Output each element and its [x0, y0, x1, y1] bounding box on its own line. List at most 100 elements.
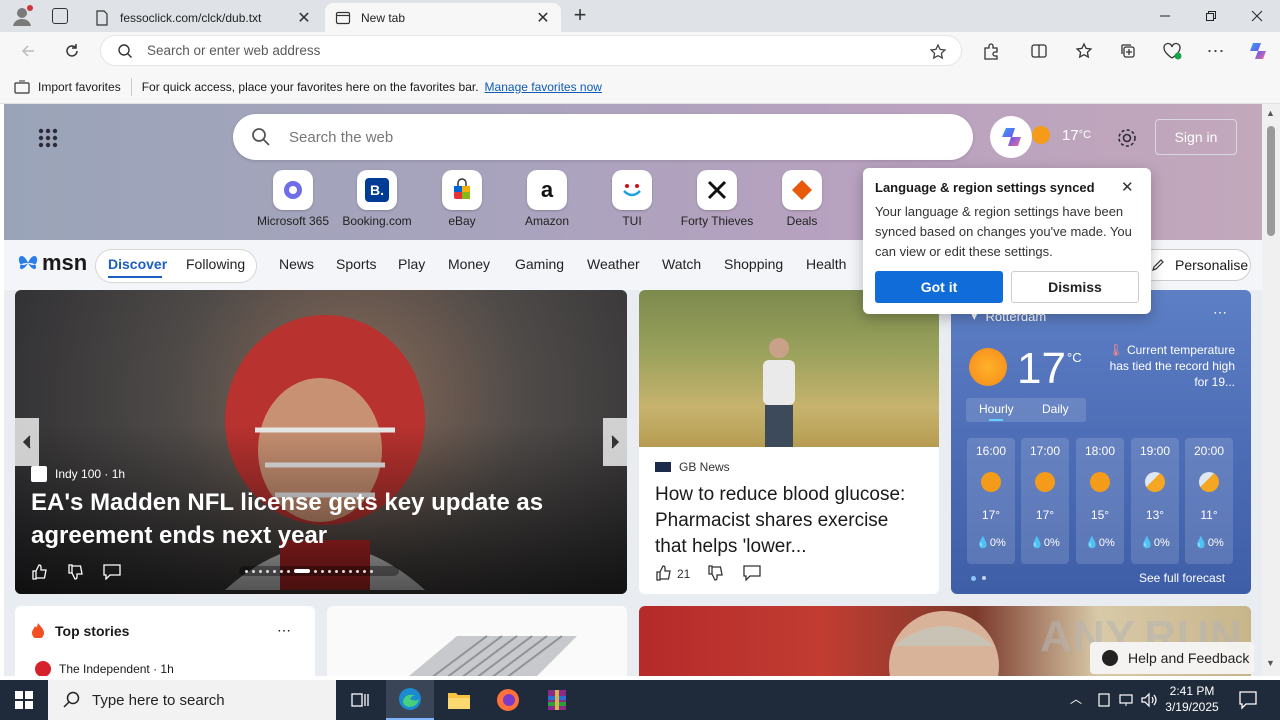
split-screen-button[interactable]: [1023, 35, 1055, 67]
weather-card[interactable]: ▾ Rotterdam ⋯ 17 °C 🌡 Current temperatur…: [951, 290, 1251, 594]
quick-link-microsoft-365[interactable]: Microsoft 365: [253, 170, 333, 228]
refresh-button[interactable]: [56, 35, 88, 67]
taskbar-edge[interactable]: [386, 680, 434, 720]
collections-button[interactable]: [1112, 35, 1144, 67]
news-story-card[interactable]: GB News How to reduce blood glucose: Pha…: [639, 290, 939, 594]
news-headline[interactable]: How to reduce blood glucose: Pharmacist …: [655, 482, 925, 560]
tab-new-tab[interactable]: New tab ✕: [325, 3, 561, 32]
nav-weather[interactable]: Weather: [587, 256, 640, 272]
quick-link-deals[interactable]: Deals: [762, 170, 842, 228]
tab-discover[interactable]: Discover: [108, 256, 167, 272]
browser-essentials-button[interactable]: [1156, 35, 1188, 67]
carousel-next-button[interactable]: [603, 418, 627, 466]
msn-logo[interactable]: msn: [16, 250, 87, 276]
quick-link-forty-thieves[interactable]: Forty Thieves: [677, 170, 757, 228]
thumbs-up-icon[interactable]: [31, 563, 49, 581]
hour-forecast[interactable]: 18:00 15° 💧0%: [1076, 438, 1124, 564]
tab-daily[interactable]: Daily: [1042, 402, 1069, 416]
see-full-forecast-link[interactable]: See full forecast: [1139, 571, 1225, 585]
comment-icon[interactable]: [103, 564, 121, 580]
hour-forecast[interactable]: 17:00 17° 💧0%: [1021, 438, 1069, 564]
hour-forecast[interactable]: 20:00 11° 💧0%: [1185, 438, 1233, 564]
close-tab-icon[interactable]: ✕: [535, 8, 551, 28]
extensions-button[interactable]: [975, 35, 1007, 67]
nav-news[interactable]: News: [279, 256, 314, 272]
taskbar-firefox[interactable]: [484, 680, 532, 720]
close-tab-icon[interactable]: ✕: [296, 8, 312, 28]
show-hidden-icons[interactable]: ︿: [1070, 690, 1082, 707]
feature-story-card[interactable]: Indy 100 · 1h EA's Madden NFL license ge…: [15, 290, 627, 594]
scroll-up-icon[interactable]: ▲: [1266, 108, 1275, 118]
address-bar[interactable]: Search or enter web address: [100, 35, 962, 66]
thumbs-down-icon[interactable]: [707, 564, 725, 582]
nav-watch[interactable]: Watch: [662, 256, 701, 272]
import-favorites-button[interactable]: Import favorites: [38, 80, 121, 94]
quick-link-ebay[interactable]: eBay: [422, 170, 502, 228]
hour-forecast[interactable]: 16:00 17° 💧0%: [967, 438, 1015, 564]
weather-alert[interactable]: 🌡 Current temperature has tied the recor…: [1099, 342, 1235, 390]
comment-icon[interactable]: [743, 565, 761, 581]
taskbar-winrar[interactable]: [533, 680, 581, 720]
taskbar-clock[interactable]: 2:41 PM 3/19/2025: [1160, 683, 1224, 715]
start-button[interactable]: [0, 680, 48, 720]
weather-pager-dots[interactable]: [971, 576, 986, 581]
nav-health[interactable]: Health: [806, 256, 846, 272]
got-it-button[interactable]: Got it: [875, 271, 1003, 303]
scroll-thumb[interactable]: [1267, 126, 1275, 236]
nav-money[interactable]: Money: [448, 256, 490, 272]
profile-icon[interactable]: [10, 5, 34, 27]
favorites-button[interactable]: [1068, 35, 1100, 67]
page-scrollbar[interactable]: ▲ ▼: [1262, 104, 1280, 676]
dismiss-button[interactable]: Dismiss: [1011, 271, 1139, 303]
help-feedback-button[interactable]: Help and Feedback: [1090, 642, 1254, 674]
new-tab-button[interactable]: +: [568, 4, 592, 28]
hero-weather[interactable]: 17 °C: [1032, 126, 1091, 144]
volume-icon[interactable]: [1140, 692, 1158, 708]
sign-in-button[interactable]: Sign in: [1155, 119, 1237, 155]
hour-forecast[interactable]: 19:00 13° 💧0%: [1131, 438, 1179, 564]
personalise-button[interactable]: Personalise: [1138, 249, 1251, 281]
web-search-box[interactable]: Search the web: [233, 114, 973, 160]
settings-more-button[interactable]: ⋯: [1200, 35, 1232, 67]
carousel-prev-button[interactable]: [15, 418, 39, 466]
tab-actions-icon[interactable]: [52, 8, 68, 24]
quick-link-amazon[interactable]: a Amazon: [507, 170, 587, 228]
product-story-card[interactable]: [327, 606, 627, 676]
tab-hourly[interactable]: Hourly: [979, 402, 1014, 416]
copilot-button[interactable]: [1242, 35, 1274, 67]
add-favorite-star-icon[interactable]: [929, 43, 947, 61]
quick-link-booking[interactable]: B. Booking.com: [337, 170, 417, 228]
manage-favorites-link[interactable]: Manage favorites now: [485, 80, 602, 94]
tab-fessoclick[interactable]: fessoclick.com/clck/dub.txt ✕: [84, 3, 322, 32]
more-options-icon[interactable]: ⋯: [1213, 304, 1227, 321]
restore-button[interactable]: [1188, 0, 1234, 32]
story-source[interactable]: Indy 100 · 1h: [31, 466, 125, 482]
top-story-source[interactable]: The Independent · 1h: [35, 661, 174, 676]
popup-close-icon[interactable]: ✕: [1121, 178, 1134, 196]
close-window-button[interactable]: [1234, 0, 1280, 32]
taskbar-search[interactable]: Type here to search: [48, 680, 336, 720]
back-button[interactable]: [12, 35, 44, 67]
minimize-button[interactable]: [1142, 0, 1188, 32]
news-source[interactable]: GB News: [655, 460, 730, 474]
taskbar-file-explorer[interactable]: [435, 680, 483, 720]
app-launcher-icon[interactable]: [38, 128, 58, 148]
tab-following[interactable]: Following: [186, 256, 245, 272]
feature-headline[interactable]: EA's Madden NFL license gets key update …: [31, 486, 571, 552]
nav-sports[interactable]: Sports: [336, 256, 376, 272]
page-settings-icon[interactable]: [1116, 127, 1138, 149]
thumbs-down-icon[interactable]: [67, 563, 85, 581]
task-view-button[interactable]: [336, 680, 384, 720]
carousel-dots[interactable]: [239, 566, 399, 576]
nav-gaming[interactable]: Gaming: [515, 256, 564, 272]
more-options-icon[interactable]: ⋯: [277, 622, 291, 639]
defender-icon[interactable]: [1096, 692, 1112, 708]
nav-play[interactable]: Play: [398, 256, 425, 272]
thumbs-up-icon[interactable]: [655, 564, 673, 582]
nav-shopping[interactable]: Shopping: [724, 256, 783, 272]
notifications-icon[interactable]: [1238, 690, 1258, 710]
quick-link-tui[interactable]: TUI: [592, 170, 672, 228]
scroll-down-icon[interactable]: ▼: [1266, 658, 1275, 668]
network-icon[interactable]: [1118, 692, 1134, 708]
copilot-search-icon[interactable]: [990, 116, 1032, 158]
